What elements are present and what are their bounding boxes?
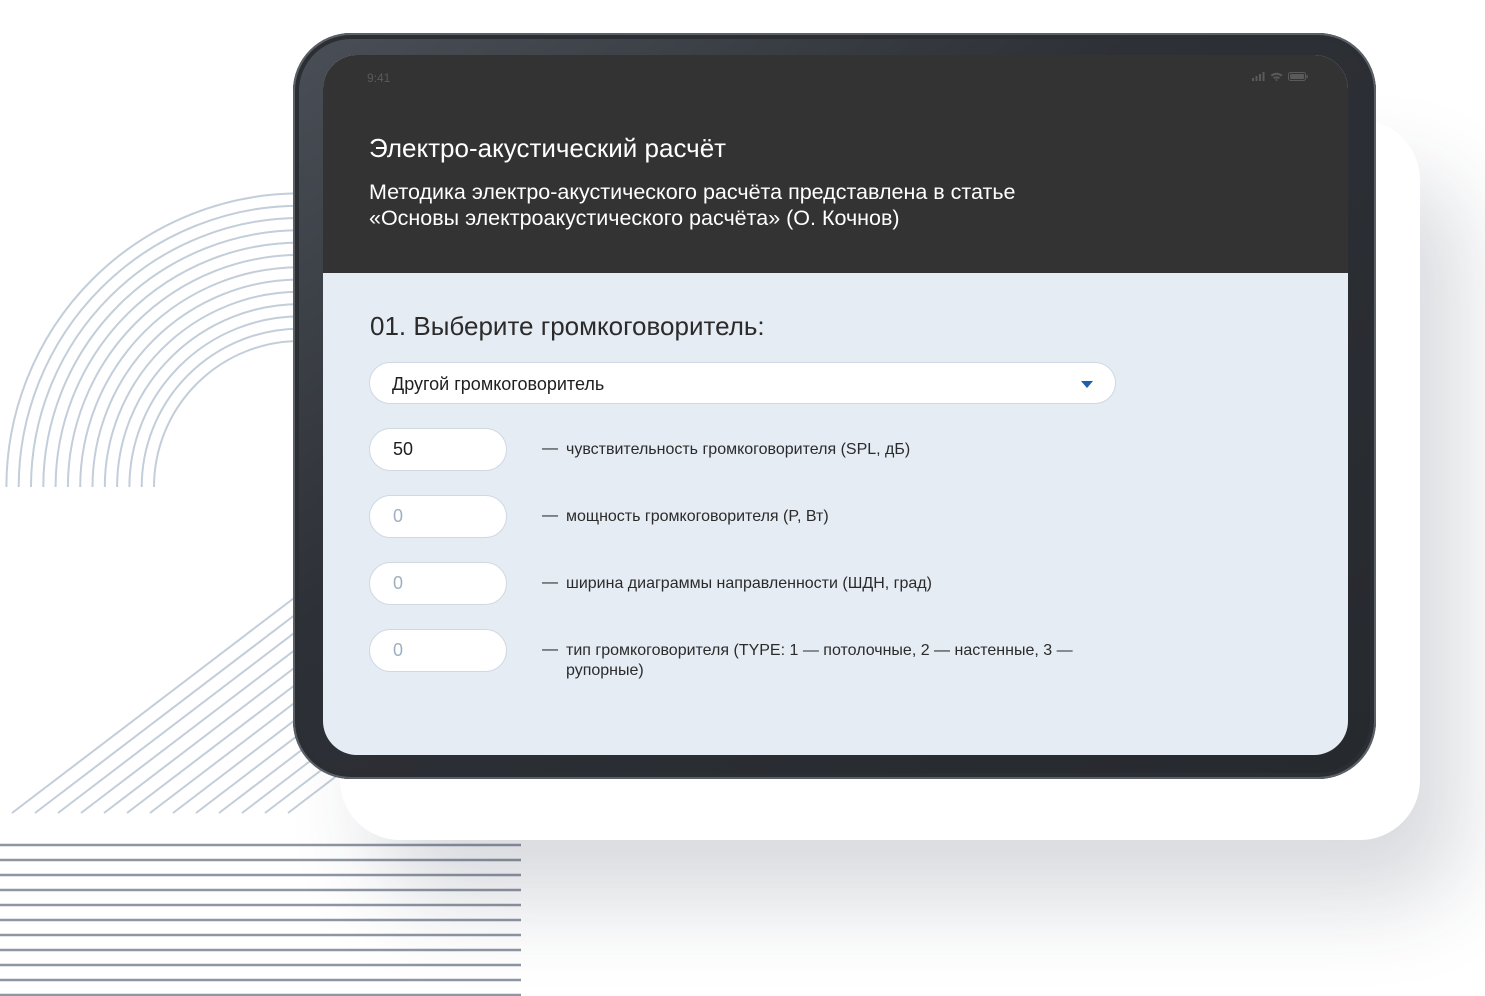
field-dash: — — [542, 507, 558, 524]
speaker-type-label: тип громкоговорителя (TYPE: 1 — потолочн… — [566, 642, 1073, 679]
speaker-select-value: Другой громкоговоритель — [392, 374, 605, 394]
decor-arc — [66, 253, 301, 488]
chevron-down-icon[interactable] — [1081, 381, 1093, 388]
field-dash: — — [542, 440, 558, 457]
decor-diagonal-line — [34, 594, 322, 814]
decor-arc — [128, 315, 301, 488]
status-time: 9:41 — [367, 71, 391, 85]
subtitle-line-1: Методика электро-акустического расчёта п… — [369, 180, 1016, 204]
beam-width-input[interactable] — [369, 562, 507, 605]
speaker-select[interactable]: Другой громкоговоритель — [369, 362, 1116, 404]
power-label: мощность громкоговорителя (P, Вт) — [566, 508, 829, 525]
page-subtitle: Методика электро-акустического расчёта п… — [369, 179, 1129, 231]
decor-arcs — [5, 192, 301, 488]
step-title: 01. Выберите громкоговоритель: — [370, 311, 765, 341]
decor-arc — [42, 229, 301, 488]
field-dash: — — [542, 574, 558, 591]
status-icons — [1252, 72, 1308, 81]
decor-diagonal-line — [11, 594, 299, 814]
wifi-icon — [1270, 72, 1283, 81]
signal-icon — [1252, 72, 1265, 81]
decor-arc — [103, 290, 301, 488]
decor-arc — [140, 327, 301, 488]
beam-width-label: ширина диаграммы направленности (ШДН, гр… — [566, 575, 932, 592]
battery-icon — [1288, 72, 1308, 81]
decor-arc — [79, 266, 301, 488]
form-area: 01. Выберите громкоговоритель: Другой гр… — [323, 273, 1348, 755]
subtitle-line-2: «Основы электроакустического расчёта» (О… — [369, 206, 900, 230]
tablet-frame: 9:41 Электро-акустический расчёт Методик… — [293, 33, 1376, 779]
speaker-type-input[interactable] — [369, 629, 507, 672]
app-header: 9:41 Электро-акустический расчёт Методик… — [323, 55, 1348, 273]
power-input[interactable] — [369, 495, 507, 538]
app-screen: 9:41 Электро-акустический расчёт Методик… — [323, 55, 1348, 755]
decor-horizontal-lines — [0, 843, 521, 996]
decor-arc — [153, 340, 301, 488]
page-title: Электро-акустический расчёт — [369, 133, 727, 163]
sensitivity-label: чувствительность громкоговорителя (SPL, … — [566, 441, 911, 458]
field-dash: — — [542, 641, 558, 658]
sensitivity-input[interactable] — [369, 428, 507, 471]
